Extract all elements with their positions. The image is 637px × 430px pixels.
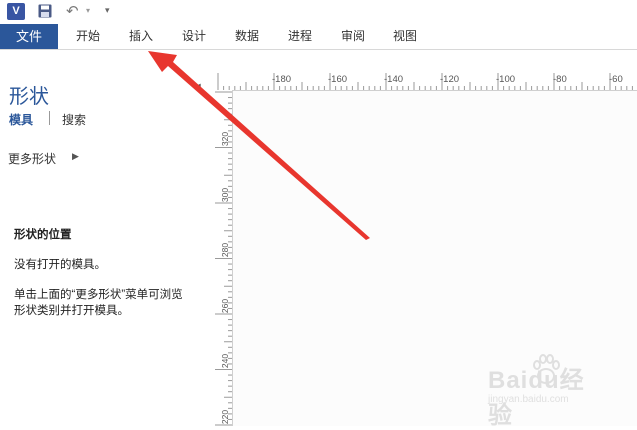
horizontal-ruler[interactable]: -180 -160 -140 -120 -100 -80 -60 xyxy=(215,73,637,91)
no-stencils-message: 没有打开的模具。 xyxy=(14,259,106,271)
save-icon[interactable] xyxy=(38,4,52,21)
ruler-label: -60 xyxy=(609,74,623,85)
tab-data[interactable]: 数据 xyxy=(235,24,259,49)
shapes-pane: 形状 ◀ 模具 搜索 更多形状 ▶ 形状的位置 没有打开的模具。 单击上面的“更… xyxy=(0,50,215,426)
customize-toolbar-icon[interactable]: ▾ xyxy=(105,5,110,16)
ruler-label: 240 xyxy=(220,353,230,369)
tab-view[interactable]: 视图 xyxy=(393,24,417,49)
shapes-pane-title: 形状 xyxy=(9,86,49,108)
hint-text-line1: 单击上面的“更多形状”菜单可浏览 xyxy=(14,289,183,301)
baidu-watermark: Baidu经验 jingyan.baidu.com xyxy=(478,352,608,429)
visio-app-icon: V xyxy=(7,3,25,20)
watermark-url: jingyan.baidu.com xyxy=(488,394,569,405)
ruler-label: 220 xyxy=(220,409,230,425)
ruler-label: -160 xyxy=(328,74,348,85)
tab-search[interactable]: 搜索 xyxy=(62,111,86,128)
more-shapes-menu[interactable]: 更多形状 xyxy=(8,150,56,167)
ruler-label: -120 xyxy=(440,74,460,85)
tab-file[interactable]: 文件 xyxy=(0,24,58,49)
tab-home[interactable]: 开始 xyxy=(76,24,100,49)
undo-icon[interactable]: ↶ xyxy=(66,2,79,20)
ruler-label: 280 xyxy=(220,242,230,258)
ruler-label: -80 xyxy=(553,74,567,85)
tab-insert[interactable]: 插入 xyxy=(129,24,153,49)
tab-review[interactable]: 审阅 xyxy=(341,24,365,49)
undo-dropdown-icon[interactable]: ▾ xyxy=(86,6,90,15)
tab-design[interactable]: 设计 xyxy=(182,24,206,49)
ruler-label: 300 xyxy=(220,187,230,203)
hint-text-line2: 形状类别并打开模具。 xyxy=(14,305,129,317)
shapes-location-heading: 形状的位置 xyxy=(14,229,72,241)
tab-process[interactable]: 进程 xyxy=(288,24,312,49)
pane-tab-separator xyxy=(49,111,50,125)
tab-stencils[interactable]: 模具 xyxy=(9,111,33,128)
ruler-label: 260 xyxy=(220,298,230,314)
vertical-ruler[interactable]: 320 300 280 260 240 220 xyxy=(215,90,233,426)
ruler-label: -100 xyxy=(496,74,516,85)
ribbon-tabs: 文件 开始 插入 设计 数据 进程 审阅 视图 xyxy=(0,24,637,49)
ruler-label: 320 xyxy=(220,131,230,147)
collapse-pane-icon[interactable]: ◀ xyxy=(193,82,201,93)
ruler-label: -140 xyxy=(384,74,404,85)
quick-access-toolbar: V ↶ ▾ ▾ xyxy=(0,0,637,24)
chevron-right-icon[interactable]: ▶ xyxy=(72,151,79,162)
ruler-label: -180 xyxy=(272,74,292,85)
